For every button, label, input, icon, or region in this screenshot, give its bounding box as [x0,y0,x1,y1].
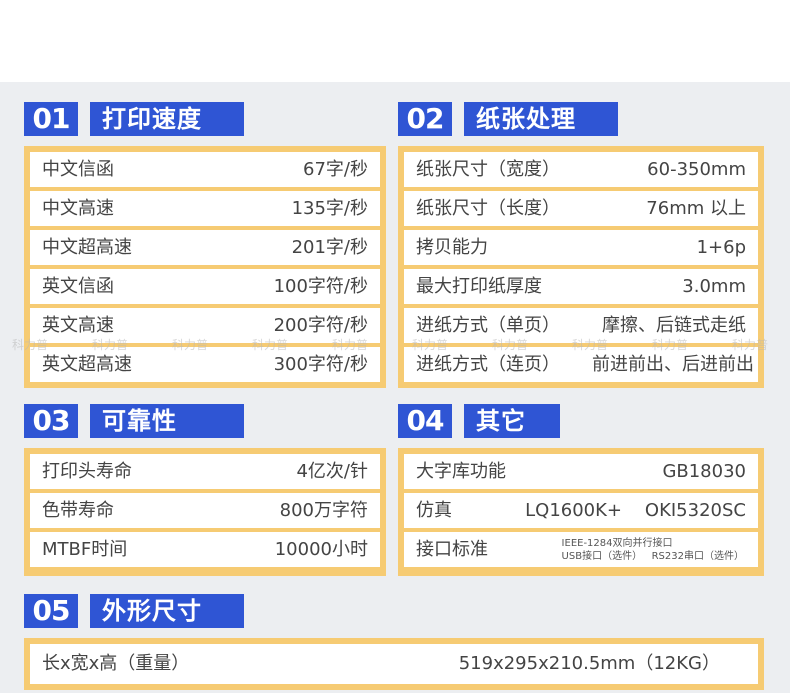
spec-table-dimensions: 长x宽x高（重量） 519x295x210.5mm（12KG） [24,638,764,690]
spec-table-other: 大字库功能 GB18030 仿真 LQ1600K+ OKI5320SC 接口标准 I… [398,448,764,576]
row-value: 1+6p [696,237,746,258]
table-row: 英文高速 200字符/秒 [30,308,380,343]
row-value: 200字符/秒 [273,315,368,336]
row-label: 长x宽x高（重量） [42,653,190,674]
section-number: 01 [24,102,78,136]
row-label: MTBF时间 [42,539,128,560]
row-label: 最大打印纸厚度 [416,276,542,297]
table-row: 进纸方式（单页） 摩擦、后链式走纸 [404,308,758,343]
row-label: 中文信函 [42,159,114,180]
row-label: 进纸方式（单页） [416,315,560,336]
section-title: 打印速度 [90,102,244,136]
section-number: 05 [24,594,78,628]
row-value: 100字符/秒 [273,276,368,297]
row-label: 拷贝能力 [416,237,488,258]
row-value: 10000小时 [274,539,368,560]
row-label: 进纸方式（连页） [416,354,560,375]
section-header-print-speed: 01 打印速度 [24,102,244,136]
spec-table-print-speed: 中文信函 67字/秒 中文高速 135字/秒 中文超高速 201字/秒 英文信函 100… [24,146,386,388]
row-value: 3.0mm [682,276,746,297]
interface-line-usb-serial: USB接口（选件） RS232串口（选件） [561,551,744,562]
table-row: 中文高速 135字/秒 [30,191,380,226]
table-row: 大字库功能 GB18030 [404,454,758,489]
row-label: 仿真 [416,500,452,521]
interface-line-parallel: IEEE-1284双向并行接口 [561,538,673,549]
section-number: 02 [398,102,452,136]
row-value: 135字/秒 [291,198,368,219]
row-label: 大字库功能 [416,461,506,482]
table-row: 纸张尺寸（长度） 76mm 以上 [404,191,758,226]
table-row: MTBF时间 10000小时 [30,532,380,567]
row-value: LQ1600K+ OKI5320SC [525,500,746,521]
row-value: 4亿次/针 [296,461,368,482]
table-row: 打印头寿命 4亿次/针 [30,454,380,489]
table-row: 拷贝能力 1+6p [404,230,758,265]
table-row: 纸张尺寸（宽度） 60-350mm [404,152,758,187]
row-value: 60-350mm [647,159,746,180]
row-label: 色带寿命 [42,500,114,521]
section-header-dimensions: 05 外形尺寸 [24,594,254,628]
table-row: 中文超高速 201字/秒 [30,230,380,265]
row-label: 中文高速 [42,198,114,219]
table-row: 仿真 LQ1600K+ OKI5320SC [404,493,758,528]
row-label: 纸张尺寸（宽度） [416,159,560,180]
row-label: 纸张尺寸（长度） [416,198,560,219]
section-title: 外形尺寸 [90,594,244,628]
row-value: 300字符/秒 [273,354,368,375]
spec-table-paper-handling: 纸张尺寸（宽度） 60-350mm 纸张尺寸（长度） 76mm 以上 拷贝能力 1+6… [398,146,764,388]
table-row: 进纸方式（连页） 前进前出、后进前出 [404,347,758,382]
row-label: 打印头寿命 [42,461,132,482]
table-row: 英文超高速 300字符/秒 [30,347,380,382]
section-title: 可靠性 [90,404,244,438]
row-value: 201字/秒 [291,237,368,258]
row-label: 中文超高速 [42,237,132,258]
row-value: GB18030 [662,461,746,482]
table-row: 接口标准 IEEE-1284双向并行接口 USB接口（选件） RS232串口（选… [404,532,758,567]
row-value: 67字/秒 [303,159,368,180]
section-title: 纸张处理 [464,102,618,136]
row-label: 英文超高速 [42,354,132,375]
row-value: 76mm 以上 [646,198,746,219]
table-row: 色带寿命 800万字符 [30,493,380,528]
section-title: 其它 [464,404,560,438]
spec-table-reliability: 打印头寿命 4亿次/针 色带寿命 800万字符 MTBF时间 10000小时 [24,448,386,576]
table-row: 中文信函 67字/秒 [30,152,380,187]
row-value: 519x295x210.5mm（12KG） [458,653,720,674]
row-value: 800万字符 [279,500,368,521]
interface-value: IEEE-1284双向并行接口 USB接口（选件） RS232串口（选件） [562,537,744,563]
row-value: 前进前出、后进前出 [592,354,754,375]
row-label: 英文高速 [42,315,114,336]
row-label: 接口标准 [416,539,488,560]
section-number: 03 [24,404,78,438]
section-header-other: 04 其它 [398,404,568,438]
table-row: 英文信函 100字符/秒 [30,269,380,304]
section-header-paper-handling: 02 纸张处理 [398,102,628,136]
table-row: 最大打印纸厚度 3.0mm [404,269,758,304]
section-header-reliability: 03 可靠性 [24,404,244,438]
row-value: 摩擦、后链式走纸 [602,315,746,336]
row-label: 英文信函 [42,276,114,297]
table-row: 长x宽x高（重量） 519x295x210.5mm（12KG） [30,644,758,684]
section-number: 04 [398,404,452,438]
